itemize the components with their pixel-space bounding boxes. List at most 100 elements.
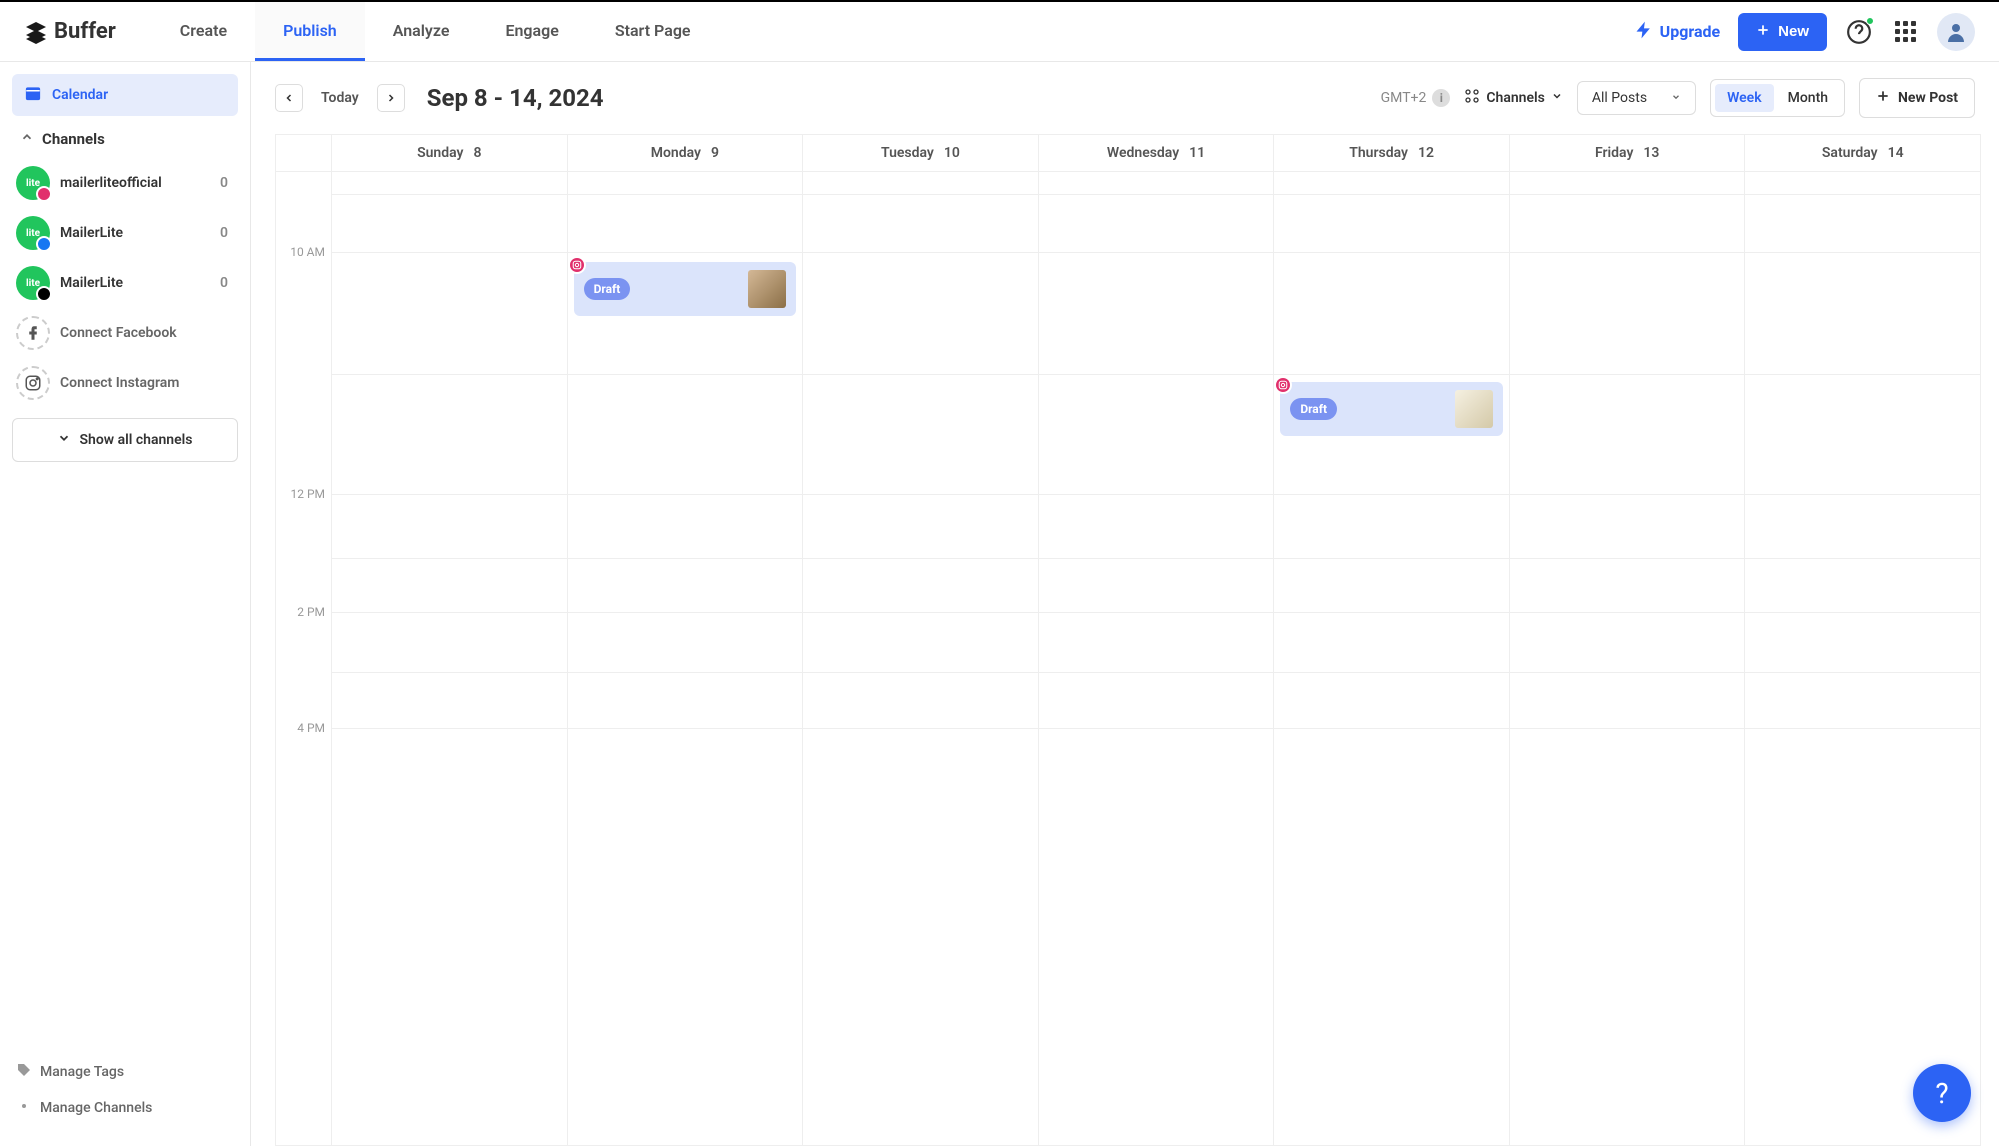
- day-column[interactable]: [332, 172, 568, 1145]
- manage-tags-link[interactable]: Manage Tags: [12, 1054, 238, 1090]
- calendar-grid: Sunday8 Monday9 Tuesday10 Wednesday11 Th…: [251, 134, 1999, 1146]
- channel-name-label: MailerLite: [60, 275, 210, 291]
- channels-heading-label: Channels: [42, 130, 105, 148]
- calendar-header-row: Sunday8 Monday9 Tuesday10 Wednesday11 Th…: [275, 134, 1981, 171]
- view-toggle: Week Month: [1710, 79, 1845, 117]
- nav-tab-engage[interactable]: Engage: [477, 2, 586, 61]
- time-label: 10 AM: [290, 245, 325, 259]
- today-button[interactable]: Today: [317, 90, 363, 106]
- day-header: Thursday12: [1274, 135, 1510, 171]
- day-header: Wednesday11: [1039, 135, 1275, 171]
- sidebar: Calendar Channels lite mailerliteofficia…: [0, 62, 251, 1146]
- view-week-button[interactable]: Week: [1715, 84, 1774, 112]
- channel-row[interactable]: lite MailerLite 0: [12, 258, 238, 308]
- draft-badge: Draft: [584, 278, 631, 300]
- calendar-toolbar: Today Sep 8 - 14, 2024 GMT+2 i Channels: [251, 62, 1999, 134]
- connect-facebook-row[interactable]: Connect Facebook: [12, 308, 238, 358]
- channel-avatar: lite: [16, 166, 50, 200]
- posts-filter-dropdown[interactable]: All Posts: [1577, 81, 1696, 115]
- grid-channels-icon: [1464, 88, 1480, 108]
- notification-dot-icon: [1866, 17, 1874, 25]
- primary-nav: Create Publish Analyze Engage Start Page: [152, 2, 719, 61]
- timezone-indicator[interactable]: GMT+2 i: [1381, 89, 1451, 107]
- day-column[interactable]: [1510, 172, 1746, 1145]
- new-post-label: New Post: [1898, 90, 1958, 106]
- channel-avatar: lite: [16, 266, 50, 300]
- chevron-down-icon: [1671, 90, 1681, 106]
- sidebar-item-calendar[interactable]: Calendar: [12, 74, 238, 116]
- posts-filter-label: All Posts: [1592, 90, 1647, 106]
- channel-avatar: lite: [16, 216, 50, 250]
- channel-avatar-placeholder: [16, 316, 50, 350]
- plus-icon: [1876, 89, 1890, 107]
- day-column[interactable]: [1745, 172, 1980, 1145]
- nav-tab-start-page[interactable]: Start Page: [587, 2, 719, 61]
- channel-row[interactable]: lite MailerLite 0: [12, 208, 238, 258]
- channels-section-toggle[interactable]: Channels: [12, 116, 238, 158]
- connect-instagram-row[interactable]: Connect Instagram: [12, 358, 238, 408]
- prev-week-button[interactable]: [275, 84, 303, 112]
- new-button-label: New: [1778, 23, 1809, 40]
- channels-filter-label: Channels: [1486, 90, 1545, 106]
- time-label: 12 PM: [290, 487, 325, 501]
- day-header: Monday9: [568, 135, 804, 171]
- channel-avatar-placeholder: [16, 366, 50, 400]
- channels-filter-dropdown[interactable]: Channels: [1464, 88, 1563, 108]
- connect-label: Connect Facebook: [60, 325, 234, 341]
- x-badge-icon: [36, 286, 52, 302]
- channel-count: 0: [220, 225, 228, 241]
- help-icon-button[interactable]: [1845, 18, 1873, 46]
- instagram-badge-icon: [1274, 376, 1292, 394]
- draft-badge: Draft: [1290, 398, 1337, 420]
- event-thumbnail: [748, 270, 786, 308]
- plus-icon: [1756, 23, 1770, 41]
- user-avatar[interactable]: [1937, 13, 1975, 51]
- channel-name-label: MailerLite: [60, 225, 210, 241]
- show-all-label: Show all channels: [79, 432, 192, 448]
- manage-channels-link[interactable]: Manage Channels: [12, 1090, 238, 1126]
- chevron-down-icon: [1551, 90, 1563, 106]
- event-card[interactable]: Draft: [1280, 382, 1503, 436]
- brand-logo[interactable]: Buffer: [24, 19, 116, 44]
- tag-icon: [16, 1062, 32, 1082]
- calendar-body[interactable]: 10 AM 12 PM 2 PM 4 PM: [275, 171, 1981, 1146]
- main-content: Today Sep 8 - 14, 2024 GMT+2 i Channels: [251, 62, 1999, 1146]
- day-header: Tuesday10: [803, 135, 1039, 171]
- day-column[interactable]: Draft: [568, 172, 804, 1145]
- calendar-icon: [24, 84, 42, 106]
- event-thumbnail: [1455, 390, 1493, 428]
- info-icon: i: [1432, 89, 1450, 107]
- new-post-button[interactable]: New Post: [1859, 78, 1975, 118]
- timezone-label: GMT+2: [1381, 90, 1427, 106]
- nav-tab-publish[interactable]: Publish: [255, 2, 365, 61]
- day-column[interactable]: Draft: [1274, 172, 1510, 1145]
- channel-count: 0: [220, 175, 228, 191]
- chevron-up-icon: [20, 130, 34, 148]
- manage-channels-label: Manage Channels: [40, 1100, 152, 1116]
- day-column[interactable]: [803, 172, 1039, 1145]
- channel-row[interactable]: lite mailerliteofficial 0: [12, 158, 238, 208]
- help-fab-button[interactable]: ?: [1913, 1064, 1971, 1122]
- facebook-badge-icon: [36, 236, 52, 252]
- nav-tab-create[interactable]: Create: [152, 2, 255, 61]
- apps-grid-icon[interactable]: [1891, 18, 1919, 46]
- day-header: Sunday8: [332, 135, 568, 171]
- time-label: 4 PM: [297, 721, 325, 735]
- day-column[interactable]: [1039, 172, 1275, 1145]
- upgrade-link[interactable]: Upgrade: [1634, 20, 1721, 44]
- new-button[interactable]: New: [1738, 13, 1827, 51]
- nav-tab-analyze[interactable]: Analyze: [365, 2, 478, 61]
- lightning-icon: [1634, 20, 1654, 44]
- next-week-button[interactable]: [377, 84, 405, 112]
- event-card[interactable]: Draft: [574, 262, 797, 316]
- channel-name-label: mailerliteofficial: [60, 175, 210, 191]
- time-label: 2 PM: [297, 605, 325, 619]
- day-header: Friday13: [1510, 135, 1746, 171]
- question-icon: ?: [1935, 1077, 1948, 1110]
- show-all-channels-button[interactable]: Show all channels: [12, 418, 238, 462]
- view-month-button[interactable]: Month: [1776, 84, 1840, 112]
- app-header: Buffer Create Publish Analyze Engage Sta…: [0, 2, 1999, 62]
- channel-count: 0: [220, 275, 228, 291]
- instagram-badge-icon: [568, 256, 586, 274]
- date-range-title: Sep 8 - 14, 2024: [427, 84, 604, 112]
